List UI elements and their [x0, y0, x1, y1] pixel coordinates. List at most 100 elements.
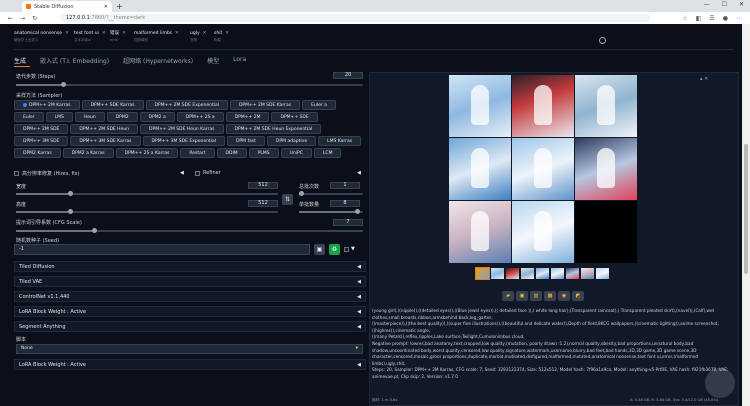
url-field[interactable]: 127.0.0.1:7860/?__theme=dark — [60, 14, 650, 22]
thumbnail[interactable] — [536, 268, 549, 279]
send-to-img2img-button[interactable]: ▩ — [544, 291, 556, 301]
gallery-controls[interactable]: ▴ ✕ — [700, 76, 708, 82]
prompt-tag[interactable]: anatomical nonsense ✕ 解剖学上无意义 — [14, 30, 70, 43]
sampler-option[interactable]: Heun — [74, 112, 105, 122]
remove-tag-icon[interactable]: ✕ — [102, 31, 106, 36]
sampler-option[interactable]: DPM++ 2S a — [176, 112, 224, 122]
tab-generate[interactable]: 生成 — [14, 56, 26, 65]
cfg-slider[interactable] — [16, 228, 363, 233]
sampler-option[interactable]: Restart — [180, 148, 215, 158]
sampler-option[interactable]: DPM++ SDE Karras — [81, 100, 144, 110]
thumbnail[interactable] — [506, 268, 519, 279]
batch-size-input[interactable]: 8 — [330, 200, 360, 207]
prompt-tag[interactable]: malformed limbs ✕ 四肢畸形 — [134, 30, 186, 43]
tab-hypernetworks[interactable]: 超网络 (Hypernetworks) — [123, 56, 193, 65]
generated-image[interactable] — [575, 75, 637, 137]
sampler-option[interactable]: DPM++ 2M SDE Exponential — [145, 100, 228, 110]
sampler-option[interactable]: DPM++ 2M SDE Heun — [70, 124, 139, 134]
sampler-option[interactable]: DPM++ 2M SDE Karras — [229, 100, 301, 110]
thumbnail[interactable] — [521, 268, 534, 279]
cfg-input[interactable]: 7 — [333, 219, 363, 226]
prompt-tag[interactable]: shit ✕ 狗屎 — [214, 30, 234, 43]
batch-count-input[interactable]: 1 — [330, 182, 360, 189]
random-seed-button[interactable]: ▣ — [314, 244, 325, 255]
thumbnail[interactable] — [581, 268, 594, 279]
favorites-icon[interactable]: ☰ — [709, 15, 714, 22]
steps-slider[interactable] — [16, 82, 363, 87]
sampler-option[interactable]: DPM++ 2M — [225, 112, 270, 122]
remove-tag-icon[interactable]: ✕ — [122, 31, 126, 36]
new-tab-icon[interactable]: + — [116, 1, 123, 12]
refresh-icon[interactable] — [599, 37, 606, 44]
remove-tag-icon[interactable]: ✕ — [225, 31, 229, 36]
reload-icon[interactable]: ↻ — [32, 15, 37, 22]
batch-count-slider[interactable] — [299, 191, 363, 196]
thumbnail[interactable] — [491, 268, 504, 279]
sampler-option[interactable]: DPM++ SDE — [271, 112, 318, 122]
send-to-extras-button[interactable]: ◩ — [572, 291, 584, 301]
sampler-option[interactable]: LCM — [313, 148, 342, 158]
sampler-option[interactable]: DPM2 Karras — [14, 148, 61, 158]
batch-size-slider[interactable] — [299, 209, 363, 214]
extra-seed-checkbox[interactable] — [344, 247, 349, 252]
sampler-option[interactable]: DPM2 — [106, 112, 138, 122]
sampler-option[interactable]: DPM++ 3M SDE Karras — [70, 136, 141, 146]
thumbnail[interactable] — [566, 268, 579, 279]
sampler-option[interactable]: DPM2 a Karras — [62, 148, 114, 158]
generated-image[interactable] — [512, 75, 574, 137]
sampler-option[interactable]: DPM fast — [226, 136, 265, 146]
forward-icon[interactable]: → — [20, 15, 25, 22]
sampler-option[interactable]: DPM2 a — [139, 112, 175, 122]
remove-tag-icon[interactable]: ✕ — [203, 31, 207, 36]
extensions-icon[interactable]: ◧ — [696, 15, 702, 22]
thumbnail[interactable] — [596, 268, 609, 279]
send-to-inpaint-button[interactable]: ◉ — [558, 291, 570, 301]
sampler-option[interactable]: LMS Karras — [318, 136, 362, 146]
sampler-option[interactable]: Euler — [14, 112, 44, 122]
generated-image[interactable] — [449, 138, 511, 200]
accordion-controlnet[interactable]: ControlNet v1.1.440 ◀ — [14, 291, 366, 302]
page-scrollbar[interactable] — [742, 24, 750, 406]
profile-icon[interactable]: ● — [723, 15, 728, 22]
steps-input[interactable]: 20 — [333, 72, 363, 79]
width-input[interactable]: 512 — [248, 182, 278, 189]
generated-image[interactable] — [575, 138, 637, 200]
zip-button[interactable]: ▥ — [530, 291, 542, 301]
tab-embedding[interactable]: 嵌入式 (T.I. Embedding) — [40, 56, 109, 65]
tab-lora[interactable]: Lora — [233, 56, 246, 65]
remove-tag-icon[interactable]: ✕ — [175, 31, 179, 36]
accordion-lora-block-weight-2[interactable]: LoRA Block Weight : Active ◀ — [14, 359, 366, 370]
generated-image[interactable] — [512, 201, 574, 263]
refiner-collapse-icon[interactable]: ◀ — [357, 170, 361, 176]
refiner-row[interactable]: Refiner — [195, 170, 221, 176]
accordion-lora-block-weight[interactable]: LoRA Block Weight : Active ◀ — [14, 306, 366, 317]
thumbnail[interactable] — [551, 268, 564, 279]
sampler-option[interactable]: DPM++ 2M SDE Heun Karras — [140, 124, 224, 134]
close-tab-icon[interactable]: ✕ — [104, 4, 108, 10]
back-icon[interactable]: ← — [8, 15, 13, 22]
sampler-option[interactable]: Euler a — [302, 100, 336, 110]
batch-count-slider-handle[interactable] — [299, 191, 304, 196]
hires-fix-row[interactable]: 高分辨率修复 (Hires. fix) — [14, 170, 80, 177]
menu-icon[interactable]: ⋯ — [736, 15, 742, 22]
accordion-segment-anything[interactable]: Segment Anything ◀ — [14, 321, 366, 332]
script-select[interactable]: None ▾ — [16, 344, 363, 354]
scrollbar-thumb[interactable] — [744, 144, 748, 274]
remove-tag-icon[interactable]: ✕ — [65, 31, 69, 36]
thumbnail[interactable] — [475, 267, 490, 280]
sampler-option[interactable]: LMS — [45, 112, 73, 122]
sampler-option[interactable]: DPM++ 3M SDE Exponential — [142, 136, 225, 146]
sampler-option[interactable]: DPM++ 2M Karras — [14, 100, 80, 110]
sampler-option[interactable]: UniPC — [280, 148, 312, 158]
hires-collapse-icon[interactable]: ◀ — [180, 170, 184, 176]
sampler-option[interactable]: DPM++ 2M SDE Heun Exponential — [225, 124, 322, 134]
maximize-icon[interactable]: ☐ — [722, 1, 727, 8]
sampler-option[interactable]: DPM++ 2S a Karras — [115, 148, 179, 158]
sampler-option[interactable]: DDIM — [216, 148, 247, 158]
width-slider[interactable] — [16, 191, 278, 196]
refiner-checkbox[interactable] — [195, 170, 200, 176]
hires-fix-checkbox[interactable] — [14, 171, 19, 176]
generated-image[interactable] — [449, 201, 511, 263]
open-folder-button[interactable]: ▰ — [502, 291, 514, 301]
swap-dimensions-button[interactable]: ⇅ — [282, 194, 293, 205]
